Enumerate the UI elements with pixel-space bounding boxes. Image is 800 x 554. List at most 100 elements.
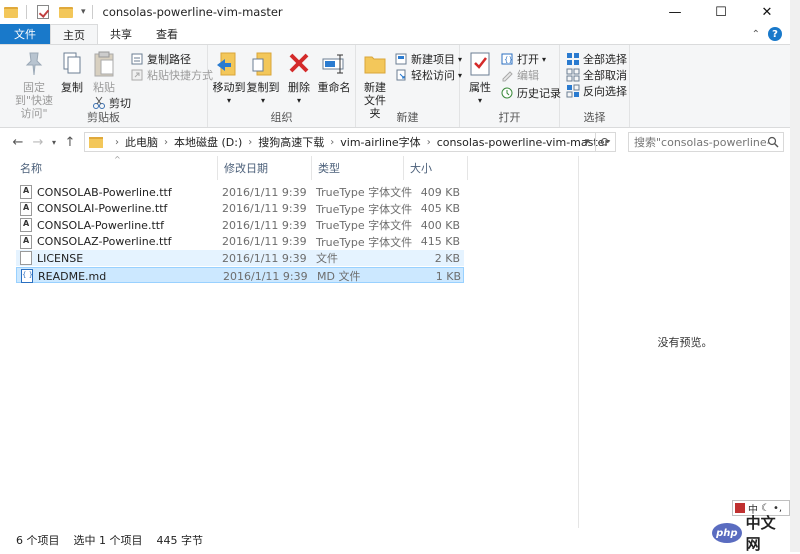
breadcrumb-separator-icon: ›: [248, 136, 253, 148]
address-bar[interactable]: › 此电脑 › 本地磁盘 (D:) › 搜狗高速下载 › vim-airline…: [84, 132, 616, 152]
maximize-button[interactable]: ☐: [698, 0, 744, 24]
minimize-button[interactable]: —: [652, 0, 698, 24]
file-modified: 2016/1/11 9:39: [222, 185, 307, 199]
rename-button[interactable]: 重命名: [316, 49, 352, 94]
easy-access-button[interactable]: 轻松访问 ▾: [394, 67, 462, 83]
file-name-cell: CONSOLAZ-Powerline.ttf: [20, 234, 172, 250]
file-row[interactable]: CONSOLAB-Powerline.ttf 2016/1/11 9:39 True…: [16, 184, 464, 200]
breadcrumb-this-pc[interactable]: 此电脑: [125, 134, 158, 150]
paste-button[interactable]: 粘贴: [90, 49, 118, 94]
file-type: 文件: [316, 252, 338, 266]
delete-dropdown-icon: ▾: [296, 96, 301, 105]
move-to-dropdown-icon: ▾: [226, 96, 231, 105]
tab-share[interactable]: 共享: [98, 24, 144, 44]
divider: [91, 5, 93, 19]
file-size: 415 KB: [420, 235, 460, 249]
open-group-label: 打开: [498, 111, 521, 124]
column-name[interactable]: 名称 ^: [14, 155, 218, 180]
column-size-label: 大小: [410, 162, 432, 175]
tab-view[interactable]: 查看: [144, 24, 190, 44]
select-none-button[interactable]: 全部取消: [566, 67, 627, 83]
back-button[interactable]: ←: [8, 132, 28, 152]
address-history-dropdown[interactable]: ▾: [579, 133, 595, 151]
tab-file[interactable]: 文件: [0, 24, 50, 44]
quick-access-dropdown-icon[interactable]: ▾: [81, 7, 86, 17]
up-button[interactable]: ↑: [60, 132, 80, 152]
paste-label: 粘贴: [93, 81, 115, 94]
file-name-cell: README.md: [21, 268, 106, 284]
recent-locations-dropdown[interactable]: ▾: [48, 132, 60, 152]
invert-selection-button[interactable]: 反向选择: [566, 83, 627, 99]
open-icon: {}: [500, 52, 514, 66]
markdown-file-icon: [21, 269, 33, 283]
copy-path-label: 复制路径: [147, 53, 191, 66]
search-box[interactable]: [628, 132, 784, 152]
open-button[interactable]: {} 打开 ▾: [500, 51, 546, 67]
delete-icon: [285, 49, 313, 79]
copy-path-button[interactable]: 复制路径: [130, 51, 191, 67]
open-label: 打开: [517, 53, 539, 66]
file-modified: 2016/1/11 9:39: [222, 218, 307, 232]
item-count: 6 个项目: [16, 534, 60, 547]
file-name: CONSOLAZ-Powerline.ttf: [37, 235, 172, 249]
file-name-cell: LICENSE: [20, 250, 83, 266]
pin-icon: [20, 49, 48, 79]
ribbon: 固定到"快速访问" 复制 粘贴 复制路径 粘贴快捷方式 剪切 剪贴板 移动到 ▾…: [0, 44, 790, 128]
file-row[interactable]: CONSOLA-Powerline.ttf 2016/1/11 9:39 TrueT…: [16, 217, 464, 233]
select-all-button[interactable]: 全部选择: [566, 51, 627, 67]
preview-divider[interactable]: [578, 156, 579, 528]
move-to-icon: [215, 49, 243, 79]
new-folder-quick-icon[interactable]: [59, 4, 75, 20]
open-dropdown-icon: ▾: [542, 54, 547, 64]
file-row[interactable]: README.md 2016/1/11 9:39 MD 文件 1 KB: [16, 267, 464, 283]
file-row[interactable]: LICENSE 2016/1/11 9:39 文件 2 KB: [16, 250, 464, 267]
copy-button[interactable]: 复制: [58, 49, 86, 94]
properties-icon: [466, 49, 494, 79]
properties-dropdown-icon: ▾: [477, 96, 482, 105]
forward-button[interactable]: →: [28, 132, 48, 152]
search-icon[interactable]: [767, 136, 779, 151]
move-to-button[interactable]: 移动到 ▾: [212, 49, 246, 107]
help-icon[interactable]: ?: [768, 27, 782, 41]
refresh-button[interactable]: ⟳: [595, 133, 615, 151]
paste-shortcut-button[interactable]: 粘贴快捷方式: [130, 67, 213, 83]
easy-access-label: 轻松访问: [411, 69, 455, 82]
search-input[interactable]: [634, 135, 770, 149]
organize-group: 移动到 ▾ 复制到 ▾ 删除 ▾ 重命名 组织: [208, 45, 356, 127]
select-all-icon: [566, 52, 580, 66]
breadcrumb-vim-airline[interactable]: vim-airline字体: [340, 134, 420, 150]
rename-label: 重命名: [317, 81, 351, 94]
breadcrumb-local-disk[interactable]: 本地磁盘 (D:): [174, 134, 242, 150]
file-type: TrueType 字体文件: [316, 186, 413, 199]
properties-check-icon[interactable]: [37, 4, 53, 20]
new-item-label: 新建项目: [411, 53, 455, 66]
history-button[interactable]: 历史记录: [500, 85, 561, 101]
rename-icon: [320, 49, 348, 79]
column-type-label: 类型: [318, 162, 340, 175]
breadcrumb-separator-icon: ›: [164, 136, 168, 148]
delete-button[interactable]: 删除 ▾: [286, 49, 312, 107]
column-type[interactable]: 类型: [312, 156, 404, 180]
tab-home[interactable]: 主页: [50, 24, 98, 44]
font-file-icon: [20, 218, 32, 233]
content-area: 名称 ^ 修改日期 类型 大小 CONSOLAB-Powerline.ttf 20…: [0, 155, 790, 528]
file-row[interactable]: CONSOLAZ-Powerline.ttf 2016/1/11 9:39 True…: [16, 234, 464, 250]
select-group-label: 选择: [583, 111, 606, 124]
properties-button[interactable]: 属性 ▾: [466, 49, 494, 107]
status-bar: 6 个项目 选中 1 个项目 445 字节: [0, 528, 790, 552]
file-row[interactable]: CONSOLAI-Powerline.ttf 2016/1/11 9:39 True…: [16, 201, 464, 217]
close-button[interactable]: ✕: [744, 0, 790, 24]
breadcrumb-sogou-download[interactable]: 搜狗高速下载: [258, 134, 324, 150]
column-size[interactable]: 大小: [404, 156, 468, 180]
column-modified-label: 修改日期: [224, 162, 268, 175]
column-name-label: 名称: [20, 162, 42, 175]
collapse-ribbon-icon[interactable]: ⌃: [752, 29, 760, 40]
copy-to-button[interactable]: 复制到 ▾: [246, 49, 280, 107]
history-icon: [500, 86, 514, 100]
edit-button[interactable]: 编辑: [500, 67, 539, 83]
divider: [26, 5, 27, 19]
file-name: CONSOLA-Powerline.ttf: [37, 218, 164, 232]
column-modified[interactable]: 修改日期: [218, 156, 312, 180]
file-name-cell: CONSOLA-Powerline.ttf: [20, 217, 164, 233]
new-item-button[interactable]: 新建项目 ▾: [394, 51, 462, 67]
